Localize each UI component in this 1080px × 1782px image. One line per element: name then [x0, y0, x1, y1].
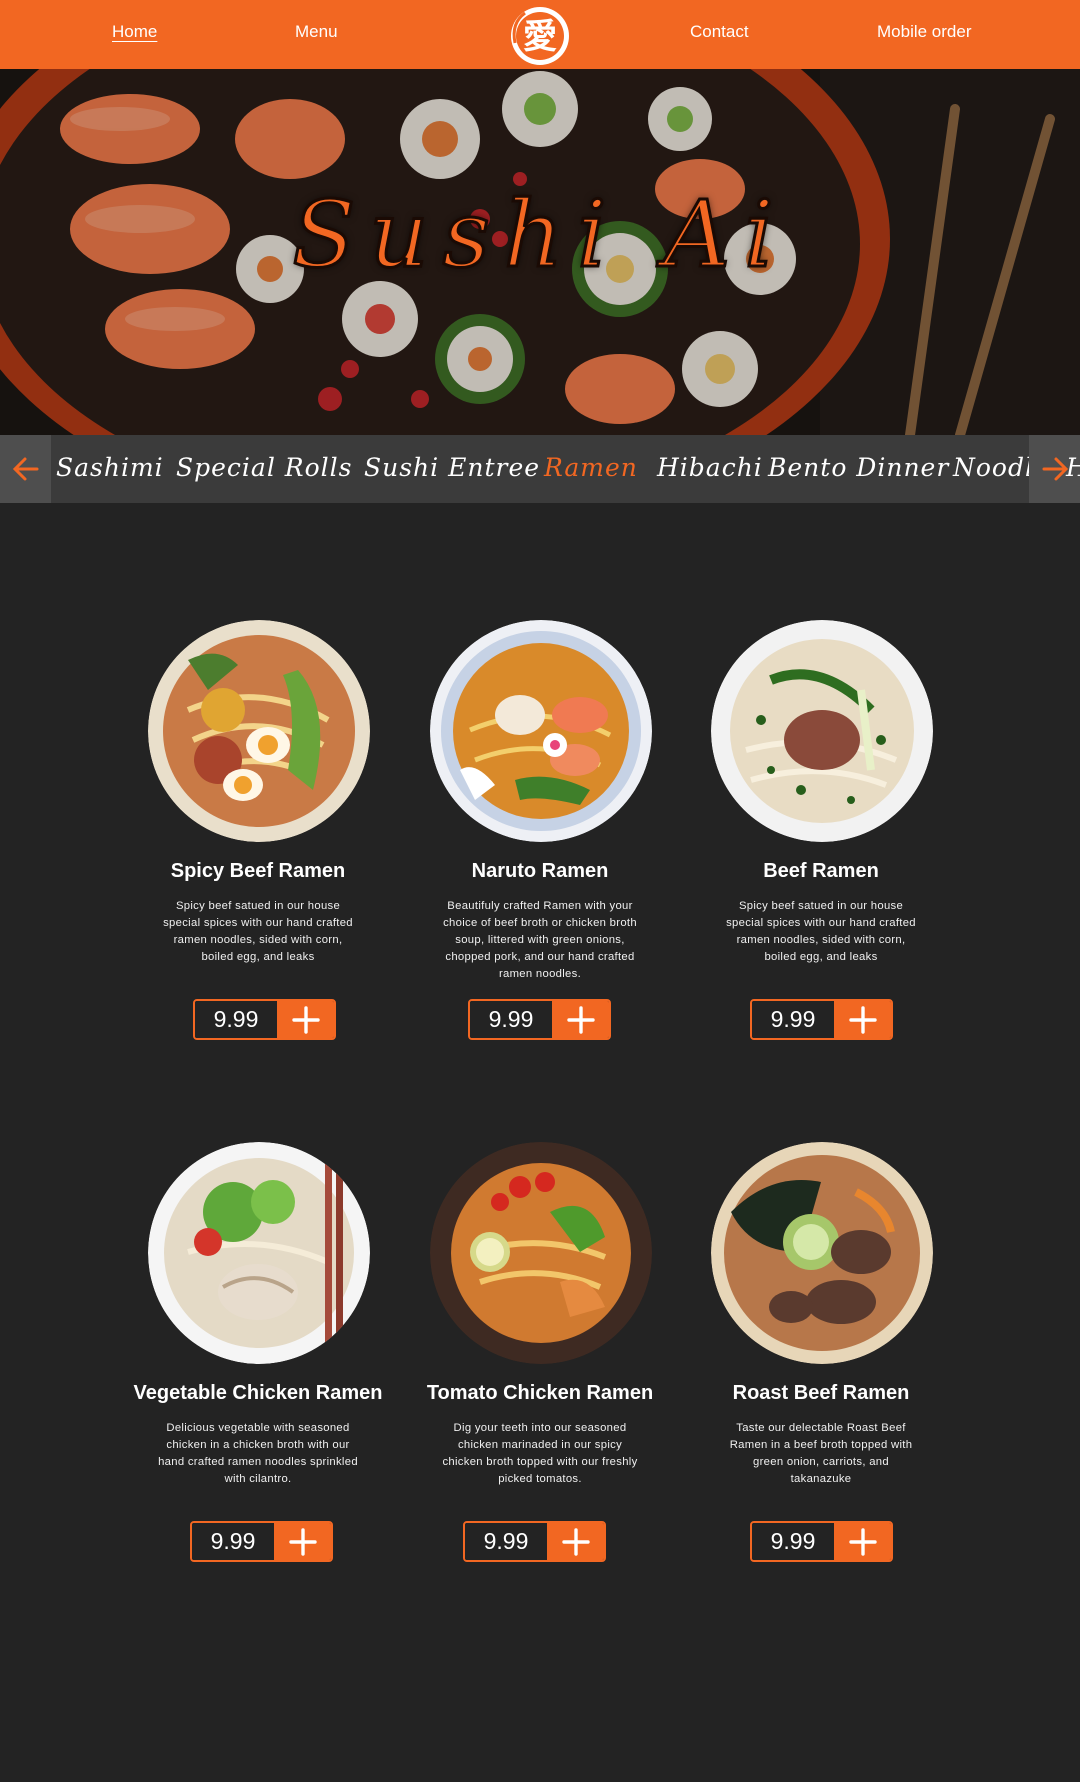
category-item-hibachi[interactable]: Hibachi: [657, 453, 763, 482]
tomato-chicken-ramen-image: [430, 1142, 652, 1364]
menu-item-title: Tomato Chicken Ramen: [426, 1382, 654, 1404]
add-to-order-button[interactable]: [834, 1523, 891, 1560]
menu-item-title: Beef Ramen: [763, 860, 879, 882]
price-add-control: 9.99: [190, 1521, 333, 1562]
add-to-order-button[interactable]: [274, 1523, 331, 1560]
arrow-left-icon: [12, 457, 38, 481]
top-nav: Home Menu 愛 Contact Mobile order: [0, 0, 1080, 69]
naruto-ramen-image: [430, 620, 652, 842]
price-add-control: 9.99: [750, 999, 893, 1040]
plus-icon: [291, 1005, 320, 1034]
plus-icon: [848, 1527, 877, 1556]
hero-title: Sushi Ai: [291, 180, 788, 290]
menu-item-description: Taste our delectable Roast Beef Ramen in…: [729, 1422, 913, 1485]
add-to-order-button[interactable]: [834, 1001, 891, 1038]
plus-icon: [566, 1005, 595, 1034]
add-to-order-button[interactable]: [552, 1001, 609, 1038]
add-to-order-button[interactable]: [547, 1523, 604, 1560]
nav-home-link[interactable]: Home: [112, 22, 157, 42]
roast-beef-ramen-image: [711, 1142, 933, 1364]
price-add-control: 9.99: [193, 999, 336, 1040]
menu-item-price: 9.99: [195, 1001, 277, 1038]
arrow-right-icon: [1042, 457, 1068, 481]
menu-item-title: Vegetable Chicken Ramen: [133, 1382, 383, 1404]
nav-mobile-order-link[interactable]: Mobile order: [877, 22, 972, 42]
category-item-special-rolls[interactable]: Special Rolls: [176, 453, 352, 482]
menu-item-description: Beautifuly crafted Ramen with your choic…: [443, 900, 637, 980]
menu-item-price: 9.99: [192, 1523, 274, 1560]
menu-item-title: Roast Beef Ramen: [732, 1382, 910, 1404]
add-to-order-button[interactable]: [277, 1001, 334, 1038]
menu-item-price: 9.99: [752, 1523, 834, 1560]
category-item-sushi-entree[interactable]: Sushi Entree: [364, 453, 540, 482]
vegetable-chicken-ramen-image: [148, 1142, 370, 1364]
price-add-control: 9.99: [468, 999, 611, 1040]
spicy-beef-ramen-image: [148, 620, 370, 842]
price-add-control: 9.99: [750, 1521, 893, 1562]
hero-banner: Sushi Ai: [0, 69, 1080, 435]
menu-item-description: Delicious vegetable with seasoned chicke…: [158, 1422, 358, 1485]
nav-contact-link[interactable]: Contact: [690, 22, 749, 42]
category-bar: rice Sashimi Special Rolls Sushi Entree …: [0, 435, 1080, 503]
plus-icon: [848, 1005, 877, 1034]
beef-ramen-image: [711, 620, 933, 842]
plus-icon: [288, 1527, 317, 1556]
category-item-sashimi[interactable]: Sashimi: [56, 453, 164, 482]
menu-item-description: Spicy beef satued in our house special s…: [726, 900, 916, 963]
menu-item-description: Spicy beef satued in our house special s…: [163, 900, 353, 963]
menu-item-description: Dig your teeth into our seasoned chicken…: [442, 1422, 638, 1485]
plus-icon: [561, 1527, 590, 1556]
category-item-bento-dinner[interactable]: Bento Dinner: [768, 453, 949, 482]
nav-menu-link[interactable]: Menu: [295, 22, 338, 42]
sushi-ai-logo[interactable]: 愛: [507, 3, 573, 69]
price-add-control: 9.99: [463, 1521, 606, 1562]
menu-item-price: 9.99: [465, 1523, 547, 1560]
menu-item-price: 9.99: [752, 1001, 834, 1038]
menu-item-title: Spicy Beef Ramen: [170, 860, 346, 882]
category-item-partial-right[interactable]: H: [1066, 453, 1080, 482]
menu-item-price: 9.99: [470, 1001, 552, 1038]
category-item-ramen[interactable]: Ramen: [544, 453, 638, 482]
logo-glyph: 愛: [523, 17, 557, 57]
menu-item-title: Naruto Ramen: [471, 860, 609, 882]
category-prev-button[interactable]: [0, 435, 51, 503]
